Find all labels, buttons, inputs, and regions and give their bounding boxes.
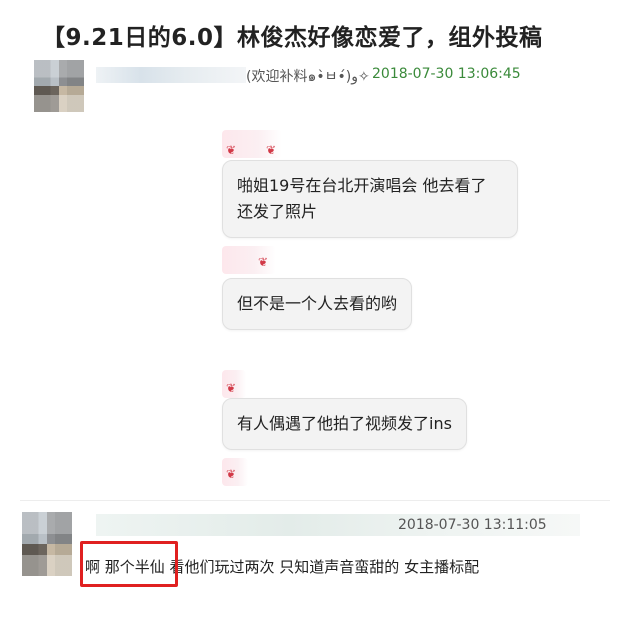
cherry-sticker: ❦ [222,246,276,274]
post-timestamp: 2018-07-30 13:06:45 [372,66,521,82]
cherry-icon: ❦ [226,467,237,481]
post-timestamp: 2018-07-30 13:11:05 [398,517,547,533]
cherry-sticker: ❦ [222,370,246,398]
chat-text: 还发了照片 [237,202,318,221]
chat-bubble: 但不是一个人去看的哟 [222,278,413,330]
username-suffix: (欢迎补料๑•̀ㅂ•́)و✧ [246,69,370,85]
chat-text: 有人偶遇了他拍了视频发了ins [237,414,452,433]
cherry-sticker: ❦ [222,458,248,486]
chat-bubble: 啪姐19号在台北开演唱会 他去看了 还发了照片 [222,160,518,238]
cherry-icon: ❦ [266,143,277,157]
divider [20,500,610,501]
chat-screenshot: ❦ ❦ 啪姐19号在台北开演唱会 他去看了 还发了照片 ❦ 但不是一个人去看的哟… [222,128,522,488]
chat-text: 啪姐19号在台北开演唱会 他去看了 [237,176,487,195]
highlight-box [80,541,178,587]
cherry-icon: ❦ [226,143,237,157]
avatar[interactable] [34,60,84,112]
cherry-sticker: ❦ ❦ [222,130,282,158]
page-title: 【9.21日的6.0】林俊杰好像恋爱了，组外投稿 [42,25,543,51]
chat-text: 但不是一个人去看的哟 [237,294,398,313]
chat-bubble: 有人偶遇了他拍了视频发了ins [222,398,467,450]
blurred-username [96,67,246,83]
cherry-icon: ❦ [258,255,269,269]
cherry-icon: ❦ [226,381,237,395]
avatar[interactable] [22,512,72,576]
